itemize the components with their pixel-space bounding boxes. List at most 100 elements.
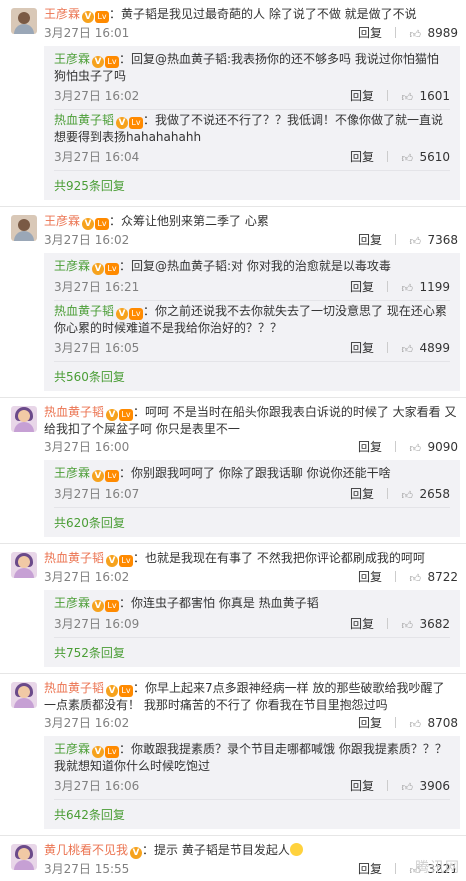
divider (395, 863, 396, 874)
avatar[interactable] (11, 215, 37, 241)
like-count: 5610 (419, 150, 450, 164)
verified-icon: V (92, 56, 105, 68)
reply-button[interactable]: 回复 (350, 614, 374, 634)
like-button[interactable]: 👍︎ 7368 (409, 230, 458, 250)
like-button[interactable]: 👍︎ 4899 (401, 338, 450, 358)
thumbs-up-icon: 👍︎ (409, 718, 421, 731)
author-name[interactable]: 王彦霖 (44, 214, 80, 228)
comment-text: ：你早上起来7点多跟神经病一样 放的那些破歌给我吵醒了 一点素质都没有！ 我那时… (44, 681, 445, 712)
avatar[interactable] (11, 406, 37, 432)
like-button[interactable]: 👍︎ 1199 (401, 277, 450, 297)
reply-button[interactable]: 回复 (358, 230, 382, 250)
divider (395, 441, 396, 452)
view-all-replies-link[interactable]: 共752条回复 (54, 638, 450, 667)
reply-list: 王彦霖 V Lv ：你别跟我呵呵了 你除了跟我话聊 你说你还能干啥 3月27日 16:… (44, 460, 460, 537)
comment-item: 热血黄子韬 V Lv ：你早上起来7点多跟神经病一样 放的那些破歌给我吵醒了 一点素质… (0, 674, 466, 836)
comment-text: ：提示 黄子韬是节目发起人 (142, 843, 290, 857)
like-button[interactable]: 👍︎ 5610 (401, 147, 450, 167)
avatar[interactable] (11, 552, 37, 578)
reply-item: 王彦霖 V Lv ：回复@热血黄子韬:我表扬你的还不够多吗 我说过你怕猫怕狗怕虫子了吗… (54, 49, 450, 110)
view-all-replies-link[interactable]: 共925条回复 (54, 171, 450, 200)
author-name[interactable]: 黄几桃看不见我 (44, 843, 128, 857)
reply-button[interactable]: 回复 (350, 776, 374, 796)
avatar[interactable] (11, 682, 37, 708)
comment-meta: 3月27日 16:01 回复 👍︎ 8989 (44, 23, 458, 43)
reply-button[interactable]: 回复 (358, 859, 382, 879)
reply-author[interactable]: 热血黄子韬 (54, 304, 114, 318)
reply-button[interactable]: 回复 (350, 86, 374, 106)
avatar[interactable] (11, 844, 37, 870)
author-name[interactable]: 王彦霖 (44, 7, 80, 21)
verified-icon: V (82, 11, 95, 23)
author-name[interactable]: 热血黄子韬 (44, 681, 104, 695)
reply-author[interactable]: 热血黄子韬 (54, 113, 114, 127)
like-button[interactable]: 👍︎ 3906 (401, 776, 450, 796)
reply-item: 王彦霖 V Lv ：你连虫子都害怕 你真是 热血黄子韬 3月27日 16:09 回复 👍︎… (54, 593, 450, 638)
like-button[interactable]: 👍︎ 8989 (409, 23, 458, 43)
thumbs-up-icon: 👍︎ (409, 442, 421, 455)
timestamp: 3月27日 16:06 (54, 779, 140, 793)
timestamp: 3月27日 16:21 (54, 280, 140, 294)
timestamp: 3月27日 16:04 (54, 150, 140, 164)
like-button[interactable]: 👍︎ 9090 (409, 437, 458, 457)
thumbs-up-icon: 👍︎ (401, 619, 413, 632)
author-name[interactable]: 热血黄子韬 (44, 405, 104, 419)
verified-icon: V (106, 555, 119, 567)
level-badge-icon: Lv (119, 555, 134, 567)
reply-author[interactable]: 王彦霖 (54, 596, 90, 610)
avatar[interactable] (11, 8, 37, 34)
view-all-replies-link[interactable]: 共620条回复 (54, 508, 450, 537)
reply-button[interactable]: 回复 (350, 484, 374, 504)
reply-button[interactable]: 回复 (350, 147, 374, 167)
reply-button[interactable]: 回复 (350, 338, 374, 358)
level-badge-icon: Lv (95, 218, 110, 230)
like-button[interactable]: 👍︎ 2658 (401, 484, 450, 504)
divider (387, 488, 388, 499)
reply-button[interactable]: 回复 (358, 567, 382, 587)
reply-author[interactable]: 王彦霖 (54, 742, 90, 756)
level-badge-icon: Lv (119, 685, 134, 697)
like-button[interactable]: 👍︎ 8722 (409, 567, 458, 587)
like-count: 3906 (419, 779, 450, 793)
comment-feed: 王彦霖 V Lv ：黄子韬是我见过最奇葩的人 除了说了不做 就是做了不说 3月27日 … (0, 0, 466, 879)
like-button[interactable]: 👍︎ 3682 (401, 614, 450, 634)
reply-list: 王彦霖 V Lv ：回复@热血黄子韬:我表扬你的还不够多吗 我说过你怕猫怕狗怕虫子了吗… (44, 46, 460, 200)
like-count: 2658 (419, 487, 450, 501)
smile-emoji-icon (289, 843, 303, 856)
reply-button[interactable]: 回复 (358, 437, 382, 457)
level-badge-icon: Lv (95, 11, 110, 23)
timestamp: 3月27日 16:02 (54, 89, 140, 103)
author-name[interactable]: 热血黄子韬 (44, 551, 104, 565)
view-all-replies-link[interactable]: 共560条回复 (54, 362, 450, 391)
reply-author[interactable]: 王彦霖 (54, 259, 90, 273)
reply-button[interactable]: 回复 (358, 713, 382, 733)
like-button[interactable]: 👍︎ 8708 (409, 713, 458, 733)
reply-item: 热血黄子韬 V Lv ：我做了不说还不行了？？我低调！不像你做了就一直说想要得到表扬h… (54, 110, 450, 171)
view-all-replies-link[interactable]: 共642条回复 (54, 800, 450, 829)
level-badge-icon: Lv (105, 56, 120, 68)
thumbs-up-icon: 👍︎ (401, 343, 413, 356)
divider (387, 780, 388, 791)
reply-author[interactable]: 王彦霖 (54, 466, 90, 480)
verified-icon: V (92, 600, 105, 612)
comment-text: ：呵呵 不是当时在船头你跟我表白诉说的时候了 大家看看 又给我扣了个屎盆子呵 你… (44, 405, 457, 436)
divider (395, 234, 396, 245)
thumbs-up-icon: 👍︎ (409, 28, 421, 41)
thumbs-up-icon: 👍︎ (401, 91, 413, 104)
timestamp: 3月27日 16:09 (54, 617, 140, 631)
like-button[interactable]: 👍︎ 1601 (401, 86, 450, 106)
verified-icon: V (82, 218, 95, 230)
comment-text: ：黄子韬是我见过最奇葩的人 除了说了不做 就是做了不说 (109, 7, 417, 21)
like-count: 8989 (427, 26, 458, 40)
verified-icon: V (92, 263, 105, 275)
reply-list: 王彦霖 V Lv ：你敢跟我提素质？录个节目走哪都喊饿 你跟我提素质？？？我就想知道你… (44, 736, 460, 829)
divider (395, 571, 396, 582)
timestamp: 3月27日 16:00 (44, 440, 130, 454)
divider (387, 281, 388, 292)
reply-button[interactable]: 回复 (358, 23, 382, 43)
timestamp: 3月27日 15:55 (44, 862, 130, 876)
reply-author[interactable]: 王彦霖 (54, 52, 90, 66)
thumbs-up-icon: 👍︎ (401, 489, 413, 502)
reply-item: 王彦霖 V Lv ：回复@热血黄子韬:对 你对我的治愈就是以毒攻毒 3月27日 16:… (54, 256, 450, 301)
reply-button[interactable]: 回复 (350, 277, 374, 297)
